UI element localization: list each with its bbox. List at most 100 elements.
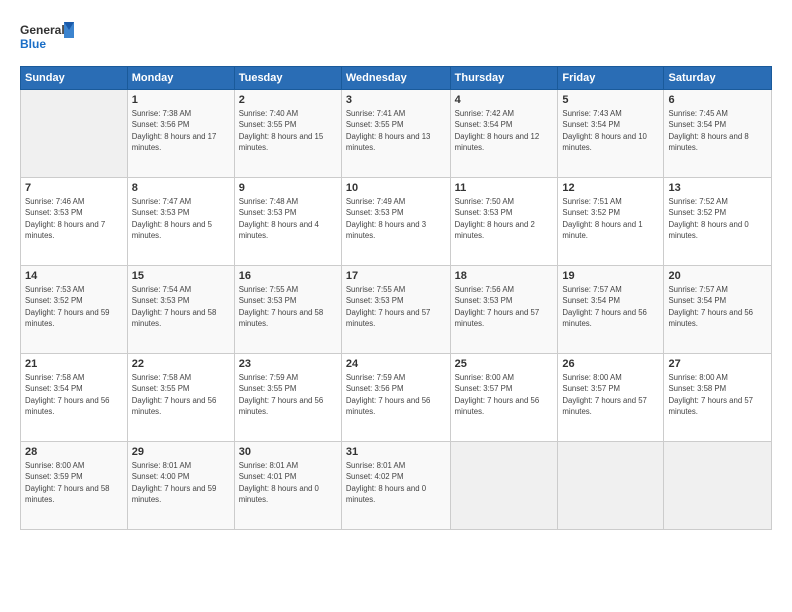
header-monday: Monday <box>127 67 234 90</box>
day-number: 22 <box>132 358 230 370</box>
day-info: Sunrise: 8:01 AMSunset: 4:01 PMDaylight:… <box>239 460 337 505</box>
day-number: 11 <box>455 182 554 194</box>
calendar-cell: 28 Sunrise: 8:00 AMSunset: 3:59 PMDayligh… <box>21 442 128 530</box>
calendar-cell: 19 Sunrise: 7:57 AMSunset: 3:54 PMDayligh… <box>558 266 664 354</box>
day-number: 20 <box>668 270 767 282</box>
calendar-cell: 9 Sunrise: 7:48 AMSunset: 3:53 PMDaylight… <box>234 178 341 266</box>
calendar-cell: 18Sunrise: 7:56 AMSunset: 3:53 PMDayligh… <box>450 266 558 354</box>
header-tuesday: Tuesday <box>234 67 341 90</box>
day-info: Sunrise: 7:42 AMSunset: 3:54 PMDaylight:… <box>455 108 554 153</box>
day-number: 18 <box>455 270 554 282</box>
day-info: Sunrise: 7:57 AMSunset: 3:54 PMDaylight:… <box>668 284 767 329</box>
day-number: 31 <box>346 446 446 458</box>
calendar-cell: 27 Sunrise: 8:00 AMSunset: 3:58 PMDayligh… <box>664 354 772 442</box>
day-number: 5 <box>562 94 659 106</box>
day-number: 15 <box>132 270 230 282</box>
day-number: 30 <box>239 446 337 458</box>
calendar-cell: 12Sunrise: 7:51 AMSunset: 3:52 PMDayligh… <box>558 178 664 266</box>
calendar-week-3: 14 Sunrise: 7:53 AMSunset: 3:52 PMDayligh… <box>21 266 772 354</box>
logo-svg: General Blue <box>20 18 75 56</box>
day-info: Sunrise: 7:41 AMSunset: 3:55 PMDaylight:… <box>346 108 446 153</box>
header-saturday: Saturday <box>664 67 772 90</box>
day-number: 14 <box>25 270 123 282</box>
day-info: Sunrise: 7:38 AMSunset: 3:56 PMDaylight:… <box>132 108 230 153</box>
day-info: Sunrise: 7:53 AMSunset: 3:52 PMDaylight:… <box>25 284 123 329</box>
day-number: 10 <box>346 182 446 194</box>
svg-text:Blue: Blue <box>20 37 46 51</box>
calendar-cell: 31 Sunrise: 8:01 AMSunset: 4:02 PMDayligh… <box>341 442 450 530</box>
day-info: Sunrise: 7:57 AMSunset: 3:54 PMDaylight:… <box>562 284 659 329</box>
day-info: Sunrise: 8:00 AMSunset: 3:59 PMDaylight:… <box>25 460 123 505</box>
calendar-week-2: 7 Sunrise: 7:46 AMSunset: 3:53 PMDaylight… <box>21 178 772 266</box>
calendar-cell: 24 Sunrise: 7:59 AMSunset: 3:56 PMDayligh… <box>341 354 450 442</box>
calendar-cell: 7 Sunrise: 7:46 AMSunset: 3:53 PMDaylight… <box>21 178 128 266</box>
day-info: Sunrise: 7:59 AMSunset: 3:55 PMDaylight:… <box>239 372 337 417</box>
calendar-cell: 16 Sunrise: 7:55 AMSunset: 3:53 PMDayligh… <box>234 266 341 354</box>
calendar-cell: 14 Sunrise: 7:53 AMSunset: 3:52 PMDayligh… <box>21 266 128 354</box>
calendar-week-4: 21Sunrise: 7:58 AMSunset: 3:54 PMDayligh… <box>21 354 772 442</box>
calendar-week-5: 28 Sunrise: 8:00 AMSunset: 3:59 PMDayligh… <box>21 442 772 530</box>
day-number: 9 <box>239 182 337 194</box>
day-number: 1 <box>132 94 230 106</box>
calendar-cell <box>450 442 558 530</box>
calendar-table: SundayMondayTuesdayWednesdayThursdayFrid… <box>20 66 772 530</box>
calendar-cell: 25 Sunrise: 8:00 AMSunset: 3:57 PMDayligh… <box>450 354 558 442</box>
day-info: Sunrise: 8:00 AMSunset: 3:57 PMDaylight:… <box>455 372 554 417</box>
svg-text:General: General <box>20 23 65 37</box>
calendar-cell: 29Sunrise: 8:01 AMSunset: 4:00 PMDayligh… <box>127 442 234 530</box>
calendar-cell: 15Sunrise: 7:54 AMSunset: 3:53 PMDayligh… <box>127 266 234 354</box>
calendar-cell: 10 Sunrise: 7:49 AMSunset: 3:53 PMDayligh… <box>341 178 450 266</box>
day-info: Sunrise: 7:52 AMSunset: 3:52 PMDaylight:… <box>668 196 767 241</box>
calendar-cell: 21Sunrise: 7:58 AMSunset: 3:54 PMDayligh… <box>21 354 128 442</box>
calendar-cell: 26 Sunrise: 8:00 AMSunset: 3:57 PMDayligh… <box>558 354 664 442</box>
day-number: 2 <box>239 94 337 106</box>
header-thursday: Thursday <box>450 67 558 90</box>
day-info: Sunrise: 7:59 AMSunset: 3:56 PMDaylight:… <box>346 372 446 417</box>
day-info: Sunrise: 8:01 AMSunset: 4:00 PMDaylight:… <box>132 460 230 505</box>
calendar-cell: 17 Sunrise: 7:55 AMSunset: 3:53 PMDayligh… <box>341 266 450 354</box>
day-info: Sunrise: 7:43 AMSunset: 3:54 PMDaylight:… <box>562 108 659 153</box>
day-info: Sunrise: 7:55 AMSunset: 3:53 PMDaylight:… <box>346 284 446 329</box>
page-header: General Blue <box>20 18 772 56</box>
calendar-cell: 22 Sunrise: 7:58 AMSunset: 3:55 PMDayligh… <box>127 354 234 442</box>
day-number: 27 <box>668 358 767 370</box>
day-info: Sunrise: 8:01 AMSunset: 4:02 PMDaylight:… <box>346 460 446 505</box>
day-number: 25 <box>455 358 554 370</box>
day-info: Sunrise: 7:45 AMSunset: 3:54 PMDaylight:… <box>668 108 767 153</box>
day-info: Sunrise: 7:46 AMSunset: 3:53 PMDaylight:… <box>25 196 123 241</box>
calendar-cell: 8 Sunrise: 7:47 AMSunset: 3:53 PMDaylight… <box>127 178 234 266</box>
day-info: Sunrise: 7:48 AMSunset: 3:53 PMDaylight:… <box>239 196 337 241</box>
calendar-cell: 4 Sunrise: 7:42 AMSunset: 3:54 PMDaylight… <box>450 90 558 178</box>
logo: General Blue <box>20 18 75 56</box>
day-info: Sunrise: 7:55 AMSunset: 3:53 PMDaylight:… <box>239 284 337 329</box>
day-number: 17 <box>346 270 446 282</box>
calendar-cell: 11 Sunrise: 7:50 AMSunset: 3:53 PMDayligh… <box>450 178 558 266</box>
day-number: 7 <box>25 182 123 194</box>
header-wednesday: Wednesday <box>341 67 450 90</box>
day-number: 28 <box>25 446 123 458</box>
calendar-cell: 5 Sunrise: 7:43 AMSunset: 3:54 PMDaylight… <box>558 90 664 178</box>
day-number: 6 <box>668 94 767 106</box>
day-number: 16 <box>239 270 337 282</box>
day-number: 13 <box>668 182 767 194</box>
day-number: 26 <box>562 358 659 370</box>
calendar-week-1: 1 Sunrise: 7:38 AMSunset: 3:56 PMDaylight… <box>21 90 772 178</box>
day-number: 24 <box>346 358 446 370</box>
calendar-cell <box>664 442 772 530</box>
day-info: Sunrise: 7:58 AMSunset: 3:55 PMDaylight:… <box>132 372 230 417</box>
day-number: 8 <box>132 182 230 194</box>
calendar-cell: 2Sunrise: 7:40 AMSunset: 3:55 PMDaylight… <box>234 90 341 178</box>
calendar-cell: 20 Sunrise: 7:57 AMSunset: 3:54 PMDayligh… <box>664 266 772 354</box>
day-info: Sunrise: 7:50 AMSunset: 3:53 PMDaylight:… <box>455 196 554 241</box>
day-number: 19 <box>562 270 659 282</box>
day-info: Sunrise: 8:00 AMSunset: 3:57 PMDaylight:… <box>562 372 659 417</box>
day-number: 23 <box>239 358 337 370</box>
calendar-cell: 30 Sunrise: 8:01 AMSunset: 4:01 PMDayligh… <box>234 442 341 530</box>
day-number: 21 <box>25 358 123 370</box>
calendar-cell: 6 Sunrise: 7:45 AMSunset: 3:54 PMDaylight… <box>664 90 772 178</box>
day-info: Sunrise: 7:47 AMSunset: 3:53 PMDaylight:… <box>132 196 230 241</box>
day-info: Sunrise: 7:49 AMSunset: 3:53 PMDaylight:… <box>346 196 446 241</box>
header-sunday: Sunday <box>21 67 128 90</box>
day-info: Sunrise: 8:00 AMSunset: 3:58 PMDaylight:… <box>668 372 767 417</box>
day-number: 4 <box>455 94 554 106</box>
